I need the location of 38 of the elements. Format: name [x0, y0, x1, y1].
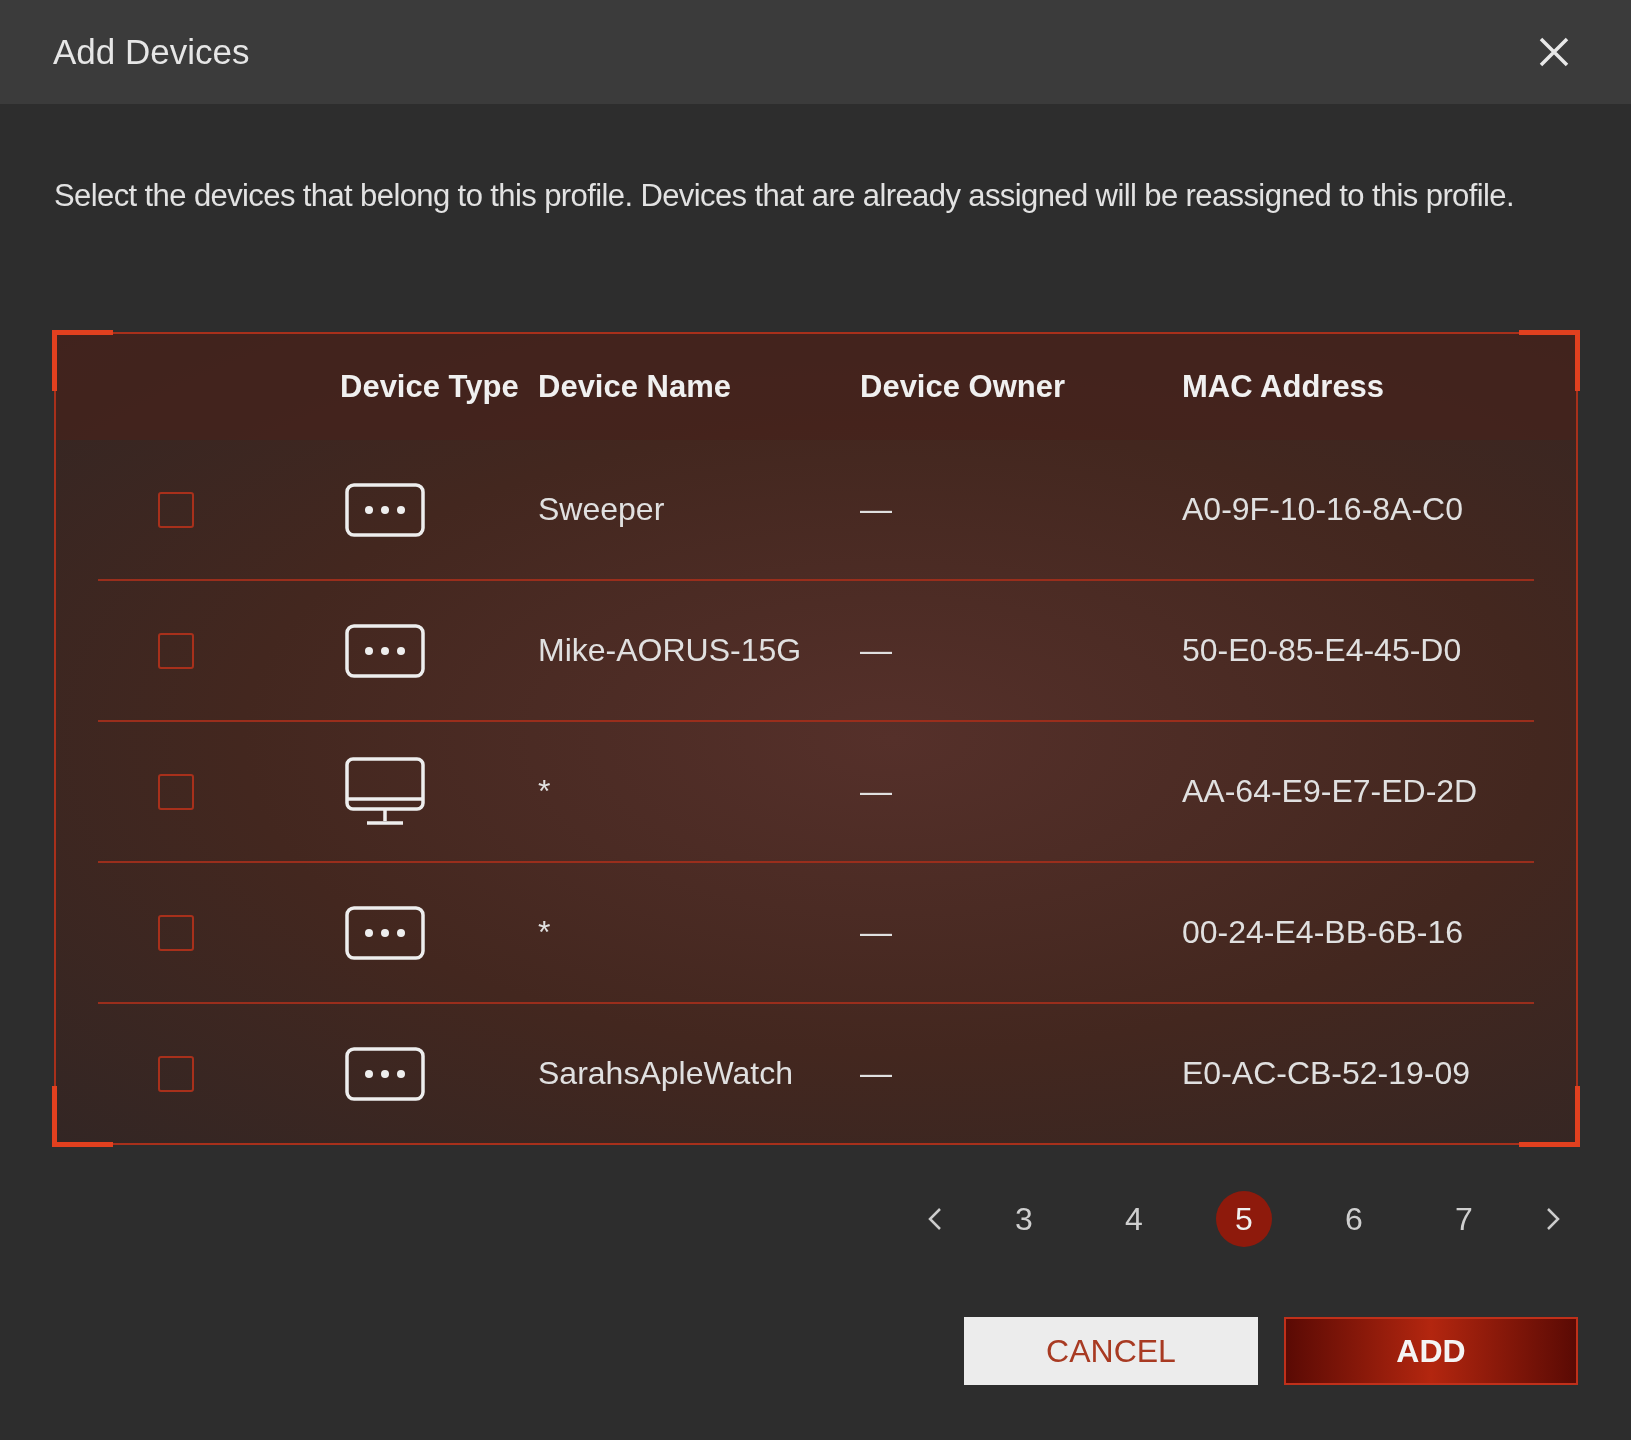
device-owner: — — [860, 773, 893, 810]
corner-bracket — [52, 1086, 113, 1147]
device-owner: — — [860, 1055, 893, 1092]
row-checkbox[interactable] — [158, 914, 194, 951]
page-number[interactable]: 5 — [1216, 1191, 1272, 1247]
device-owner: — — [860, 491, 893, 528]
page-number[interactable]: 4 — [1106, 1191, 1162, 1247]
row-checkbox[interactable] — [158, 491, 194, 528]
corner-bracket — [1519, 1086, 1580, 1147]
device-name: SarahsApleWatch — [538, 1055, 794, 1092]
device-owner: — — [860, 632, 893, 669]
chevron-right-icon[interactable] — [1546, 1207, 1560, 1231]
device-name: * — [538, 773, 552, 810]
device-owner: — — [860, 914, 893, 951]
close-icon[interactable] — [1539, 37, 1569, 67]
mac-address: E0-AC-CB-52-19-09 — [1182, 1055, 1472, 1092]
mac-address: 00-24-E4-BB-6B-16 — [1182, 914, 1465, 951]
dialog-title: Add Devices — [53, 32, 250, 72]
mac-address: AA-64-E9-E7-ED-2D — [1182, 773, 1479, 810]
column-header: Device Type — [339, 369, 520, 405]
device-name: Sweeper — [538, 491, 666, 528]
mac-address: 50-E0-85-E4-45-D0 — [1182, 632, 1463, 669]
add-button[interactable]: ADD — [1284, 1317, 1578, 1385]
page-number[interactable]: 6 — [1326, 1191, 1382, 1247]
column-header: MAC Address — [1182, 369, 1386, 405]
page-number[interactable]: 3 — [996, 1191, 1052, 1247]
page-number[interactable]: 7 — [1436, 1191, 1492, 1247]
column-header: Device Name — [538, 369, 732, 405]
mac-address: A0-9F-10-16-8A-C0 — [1182, 491, 1464, 528]
chevron-left-icon[interactable] — [928, 1207, 942, 1231]
cancel-button[interactable]: CANCEL — [964, 1317, 1258, 1385]
description-text: Select the devices that belong to this profile. Devices that are already assigned will be reassigned to this profile. — [54, 177, 1515, 215]
row-checkbox[interactable] — [158, 632, 194, 669]
row-checkbox[interactable] — [158, 1055, 194, 1092]
device-name: * — [538, 914, 552, 951]
column-header: Device Owner — [860, 369, 1067, 405]
row-checkbox[interactable] — [158, 773, 194, 810]
device-name: Mike-AORUS-15G — [538, 632, 803, 669]
